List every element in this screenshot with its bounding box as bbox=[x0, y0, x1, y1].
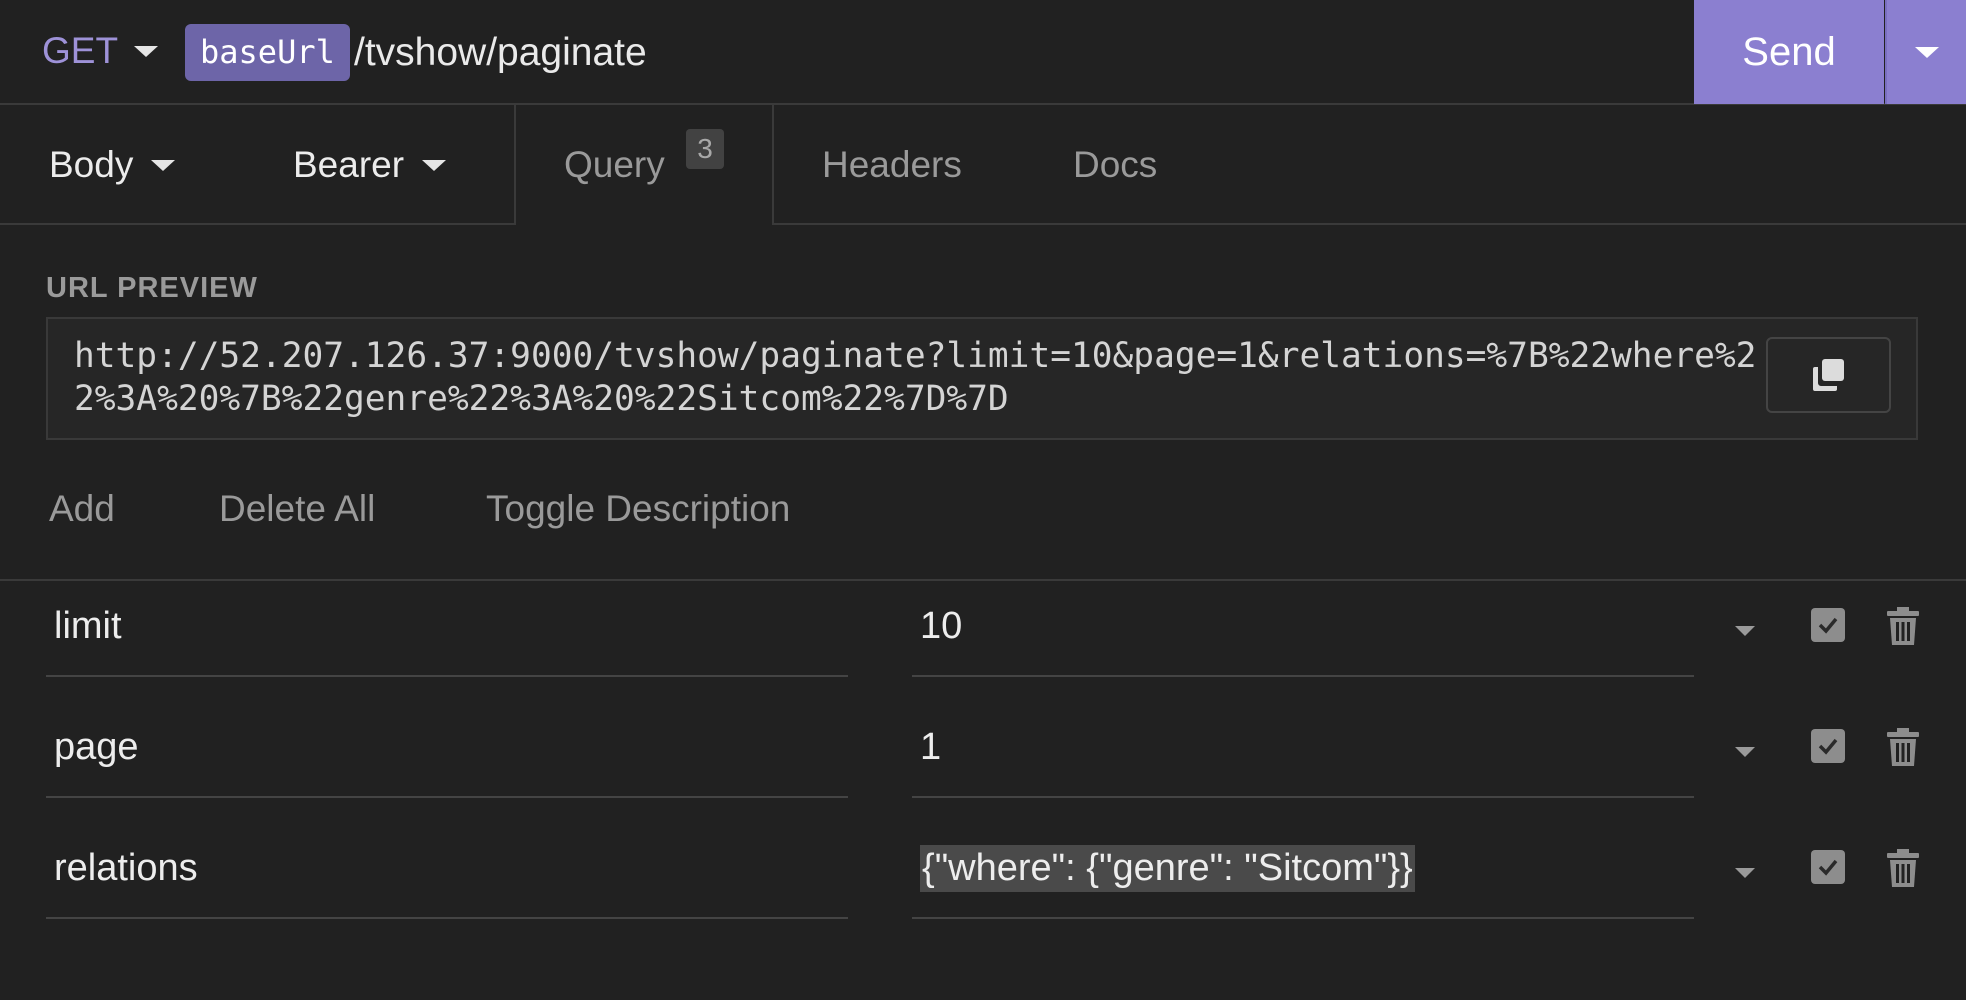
param-options-dropdown[interactable] bbox=[1735, 623, 1755, 641]
checkmark-icon bbox=[1818, 617, 1838, 634]
chevron-down-icon bbox=[1735, 626, 1755, 636]
param-value-input[interactable]: 1 bbox=[912, 699, 1694, 798]
url-preview-box: http://52.207.126.37:9000/tvshow/paginat… bbox=[46, 317, 1918, 440]
chevron-down-icon bbox=[1735, 747, 1755, 757]
base-url-variable-tag[interactable]: baseUrl bbox=[185, 24, 350, 81]
delete-param-button[interactable] bbox=[1886, 727, 1920, 772]
toggle-description-button[interactable]: Toggle Description bbox=[486, 488, 790, 530]
query-count-badge: 3 bbox=[686, 129, 724, 169]
trash-icon bbox=[1887, 607, 1919, 645]
chevron-down-icon bbox=[1735, 868, 1755, 878]
params-actions: Add Delete All Toggle Description bbox=[0, 488, 1966, 548]
divider bbox=[772, 223, 1966, 225]
url-preview-text[interactable]: http://52.207.126.37:9000/tvshow/paginat… bbox=[74, 335, 1774, 421]
tab-auth-bearer[interactable]: Bearer bbox=[293, 105, 447, 225]
tab-query[interactable]: Query 3 bbox=[514, 105, 774, 225]
checkmark-icon bbox=[1818, 859, 1838, 876]
param-options-dropdown[interactable] bbox=[1735, 865, 1755, 883]
tab-query-label: Query bbox=[564, 144, 665, 185]
param-name-input[interactable]: page bbox=[46, 699, 848, 798]
param-row: limit 10 bbox=[0, 578, 1966, 698]
delete-param-button[interactable] bbox=[1886, 848, 1920, 893]
chevron-down-icon bbox=[1914, 46, 1939, 58]
send-options-button[interactable] bbox=[1885, 0, 1966, 104]
chevron-down-icon bbox=[151, 159, 176, 171]
url-bar: GET baseUrl /tvshow/paginate Send bbox=[0, 0, 1966, 105]
tab-headers[interactable]: Headers bbox=[822, 105, 962, 225]
param-row: page 1 bbox=[0, 699, 1966, 819]
chevron-down-icon bbox=[422, 159, 447, 171]
divider bbox=[0, 223, 514, 225]
delete-all-button[interactable]: Delete All bbox=[219, 488, 375, 530]
param-enabled-checkbox[interactable] bbox=[1811, 729, 1845, 763]
chevron-down-icon bbox=[134, 45, 159, 57]
delete-param-button[interactable] bbox=[1886, 606, 1920, 651]
param-options-dropdown[interactable] bbox=[1735, 744, 1755, 762]
add-param-button[interactable]: Add bbox=[49, 488, 115, 530]
checkmark-icon bbox=[1818, 738, 1838, 755]
trash-icon bbox=[1887, 849, 1919, 887]
request-tabs: Body Bearer Query 3 Headers Docs bbox=[0, 105, 1966, 225]
tab-body-label: Body bbox=[49, 144, 134, 185]
param-name-input[interactable]: relations bbox=[46, 820, 848, 919]
tab-body[interactable]: Body bbox=[49, 105, 176, 225]
selected-value-text: {"where": {"genre": "Sitcom"}} bbox=[920, 845, 1415, 892]
method-dropdown[interactable]: GET bbox=[42, 26, 159, 76]
copy-url-button[interactable] bbox=[1766, 337, 1891, 413]
tab-bearer-label: Bearer bbox=[293, 144, 405, 185]
param-row: relations {"where": {"genre": "Sitcom"}} bbox=[0, 820, 1966, 940]
param-value-input[interactable]: 10 bbox=[912, 578, 1694, 677]
param-enabled-checkbox[interactable] bbox=[1811, 608, 1845, 642]
param-name-input[interactable]: limit bbox=[46, 578, 848, 677]
param-value-input[interactable]: {"where": {"genre": "Sitcom"}} bbox=[912, 820, 1694, 919]
tab-docs[interactable]: Docs bbox=[1073, 105, 1157, 225]
url-input[interactable]: /tvshow/paginate bbox=[354, 24, 647, 81]
url-preview-label: URL PREVIEW bbox=[46, 272, 258, 304]
send-button[interactable]: Send bbox=[1694, 0, 1884, 104]
param-enabled-checkbox[interactable] bbox=[1811, 850, 1845, 884]
trash-icon bbox=[1887, 728, 1919, 766]
method-label: GET bbox=[42, 30, 119, 71]
copy-icon bbox=[1812, 359, 1844, 391]
